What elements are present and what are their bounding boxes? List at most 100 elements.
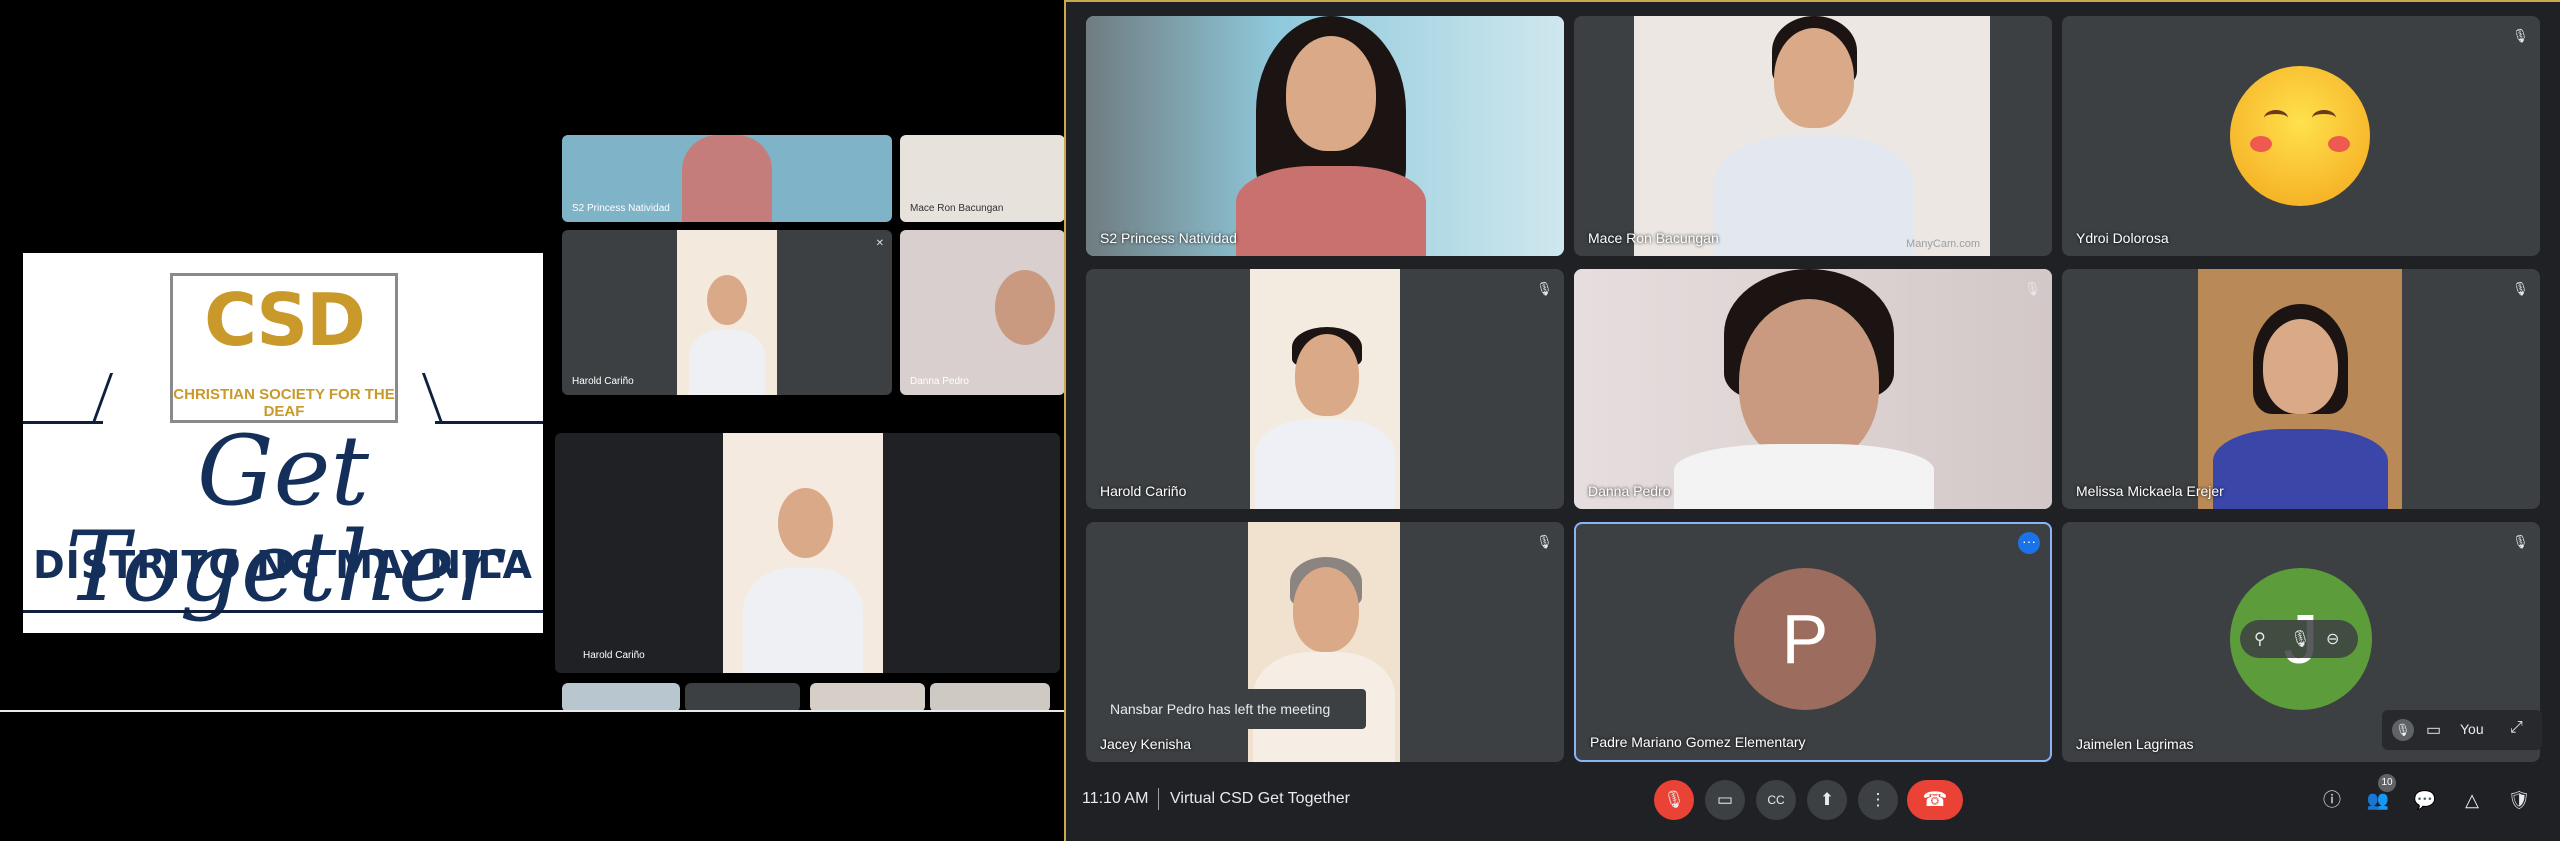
participant-video (1255, 419, 1395, 509)
participant-video (682, 135, 772, 222)
mic-off-icon[interactable]: 🎙 (2290, 629, 2310, 649)
participant-video (1250, 269, 1400, 509)
screen-divider (0, 710, 1066, 712)
participant-video (689, 330, 765, 395)
participant-video (1739, 299, 1879, 464)
more-options-button[interactable]: ⋮ (1858, 780, 1898, 820)
participant-video (995, 270, 1055, 345)
tile-hover-controls: ⚲ 🎙 ⊖ (2240, 620, 2358, 658)
camera-toggle-button[interactable]: ▭ (1705, 780, 1745, 820)
participant-video (743, 568, 863, 673)
participant-video (1674, 444, 1934, 509)
participant-video (1293, 567, 1359, 652)
more-options-icon[interactable]: ··· (2018, 532, 2040, 554)
participant-video (723, 433, 883, 673)
mic-off-icon: 🎙 (2512, 28, 2529, 43)
participant-video (707, 275, 747, 325)
participant-name: Melissa Mickaela Erejer (2076, 483, 2224, 499)
mic-off-icon: 🎙 (2512, 534, 2529, 549)
participant-video (778, 488, 833, 558)
activities-icon[interactable]: △ (2460, 788, 2484, 812)
mic-off-icon: 🎙 (2024, 281, 2041, 296)
mic-off-icon: 🎙 (2512, 281, 2529, 296)
participant-video (1236, 166, 1426, 256)
end-call-button[interactable]: ☎ (1907, 780, 1963, 820)
nested-tile: Danna Pedro (900, 230, 1065, 395)
nested-tile-name: Danna Pedro (910, 376, 969, 387)
participant-tile-active[interactable]: P ··· Padre Mariano Gomez Elementary (1574, 522, 2052, 762)
mic-toggle-button[interactable]: 🎙 (1654, 780, 1694, 820)
participant-video (1714, 136, 1914, 256)
chat-icon[interactable]: 💬 (2413, 788, 2437, 812)
info-icon[interactable]: ⓘ (2320, 788, 2344, 812)
nested-filmstrip-tile (685, 683, 800, 712)
watermark: ManyCam.com (1906, 238, 1980, 250)
participant-name: Harold Cariño (1100, 483, 1187, 499)
nested-filmstrip-tile (562, 683, 680, 712)
participant-video (2263, 319, 2338, 414)
participant-name: Danna Pedro (1588, 483, 1671, 499)
avatar: P (1734, 568, 1876, 710)
participant-tile[interactable]: 🎙 Ydroi Dolorosa (2062, 16, 2540, 256)
csd-letters: CSD (204, 278, 366, 362)
logo-banner: CSD CHRISTIAN SOCIETY FOR THE DEAF Get T… (23, 253, 543, 633)
participant-tile[interactable]: 🎙 Melissa Mickaela Erejer (2062, 269, 2540, 509)
participant-tile[interactable]: 🎙 Harold Cariño (1086, 269, 1564, 509)
logo-bottom-line (23, 610, 543, 613)
nested-filmstrip-tile (810, 683, 925, 712)
subheadline: DISTRITO NG MAYNILA (33, 543, 533, 587)
nested-tile: ✕ Harold Cariño (562, 230, 892, 395)
divider (1158, 788, 1159, 810)
logo-line-slant-left (91, 373, 114, 423)
nested-tile-name: Harold Cariño (572, 376, 634, 387)
nested-tile-name: Mace Ron Bacungan (910, 203, 1004, 214)
participant-video (1574, 269, 2052, 509)
present-button[interactable]: ⬆ (1807, 780, 1847, 820)
mic-off-icon: ✕ (875, 238, 884, 249)
participant-video (677, 230, 777, 395)
participant-name: Ydroi Dolorosa (2076, 230, 2169, 246)
participant-name: S2 Princess Natividad (1100, 230, 1237, 246)
you-label: You (2460, 721, 2484, 737)
participant-tile[interactable]: S2 Princess Natividad (1086, 16, 1564, 256)
meeting-time: 11:10 AM (1082, 790, 1149, 807)
nested-pinned-tile: Harold Cariño (555, 433, 1060, 673)
participant-video (1295, 334, 1359, 416)
participant-video: ManyCam.com (1634, 16, 1990, 256)
participant-video (2198, 269, 2402, 509)
nested-tile: Mace Ron Bacungan (900, 135, 1065, 222)
nested-pinned-name: Harold Cariño (583, 650, 645, 661)
captions-button[interactable]: CC (1756, 780, 1796, 820)
camera-icon[interactable]: ▭ (2426, 720, 2441, 740)
participant-video (1236, 16, 1426, 256)
participant-name: Jacey Kenisha (1100, 736, 1192, 752)
emoji-avatar (2264, 110, 2288, 126)
expand-icon[interactable]: ⤢ (2510, 719, 2523, 737)
nested-tile: S2 Princess Natividad (562, 135, 892, 222)
nested-tile-name: S2 Princess Natividad (572, 203, 670, 214)
notification-toast: Nansbar Pedro has left the meeting (1088, 689, 1366, 729)
participant-name: Padre Mariano Gomez Elementary (1590, 734, 1806, 750)
participant-video (2213, 429, 2388, 509)
participant-video (1286, 36, 1376, 151)
participant-video (1774, 28, 1854, 128)
mic-off-icon[interactable]: 🎙 (2392, 719, 2414, 741)
emoji-avatar (2230, 66, 2370, 206)
nested-filmstrip-tile (930, 683, 1050, 712)
pin-icon[interactable]: ⚲ (2254, 629, 2266, 649)
participant-name: Mace Ron Bacungan (1588, 230, 1719, 246)
meeting-title: Virtual CSD Get Together (1170, 790, 1350, 807)
participant-tile[interactable]: 🎙 Danna Pedro (1574, 269, 2052, 509)
participant-tile[interactable]: ManyCam.com Mace Ron Bacungan (1574, 16, 2052, 256)
participant-name: Jaimelen Lagrimas (2076, 736, 2194, 752)
emoji-avatar (2328, 136, 2350, 152)
mic-off-icon: 🎙 (1536, 534, 1553, 549)
host-controls-icon[interactable]: 🛡 (2507, 788, 2531, 812)
participant-count-badge: 10 (2378, 774, 2396, 792)
emoji-avatar (2250, 136, 2272, 152)
mic-off-icon: 🎙 (1536, 281, 1553, 296)
logo-line-slant-right (421, 373, 444, 423)
emoji-avatar (2312, 110, 2336, 126)
csd-emblem: CSD CHRISTIAN SOCIETY FOR THE DEAF (170, 273, 398, 423)
remove-icon[interactable]: ⊖ (2326, 629, 2339, 649)
